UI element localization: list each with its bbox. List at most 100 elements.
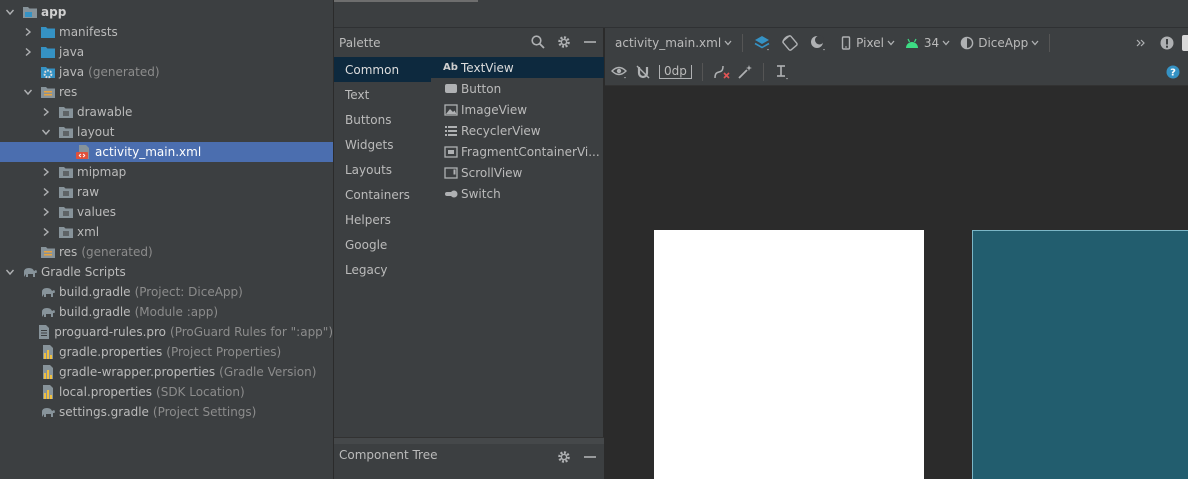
palette-widget[interactable]: Ab TextView xyxy=(431,57,604,78)
toolbar-divider xyxy=(762,62,764,81)
design-preview[interactable] xyxy=(654,230,924,479)
night-mode-button[interactable] xyxy=(809,34,827,52)
palette-widget-label: Switch xyxy=(461,186,501,201)
palette-category[interactable]: Google xyxy=(334,232,431,257)
chevron-down-icon[interactable] xyxy=(40,126,52,138)
component-tree-title: Component Tree xyxy=(339,448,438,462)
api-level-selector[interactable]: 34 xyxy=(905,36,950,50)
view-options-button[interactable] xyxy=(611,64,629,80)
clear-constraints-icon xyxy=(714,65,730,79)
chevron-right-icon[interactable] xyxy=(22,46,34,58)
device-selector[interactable]: Pixel xyxy=(841,36,895,50)
scrollview-icon xyxy=(443,166,458,180)
tree-item[interactable]: settings.gradle (Project Settings) xyxy=(0,402,333,422)
palette-widget[interactable]: RecyclerView xyxy=(431,120,604,141)
theme-selector[interactable]: DiceApp xyxy=(960,36,1039,50)
guidelines-button[interactable] xyxy=(774,64,790,80)
warnings-button[interactable] xyxy=(1160,36,1174,50)
design-surface-toggle[interactable] xyxy=(753,34,771,52)
chevron-right-icon[interactable] xyxy=(40,166,52,178)
default-margin-button[interactable]: 0dp xyxy=(659,64,692,79)
chevron-right-icon[interactable] xyxy=(40,226,52,238)
help-icon: ? xyxy=(1166,65,1180,78)
clear-constraints-button[interactable] xyxy=(713,64,731,80)
chevron-right-icon[interactable] xyxy=(40,206,52,218)
gear-icon[interactable] xyxy=(556,34,572,50)
chevron-right-icon[interactable] xyxy=(40,186,52,198)
minimize-icon[interactable] xyxy=(582,449,598,465)
palette-widget[interactable]: Switch xyxy=(431,183,604,204)
tree-item[interactable]: java xyxy=(0,42,333,62)
package-folder-icon xyxy=(58,124,74,140)
tree-item[interactable]: gradle-wrapper.properties (Gradle Version… xyxy=(0,362,333,382)
tree-item-label: xml xyxy=(77,225,100,239)
minimize-icon[interactable] xyxy=(582,34,598,50)
tree-item[interactable]: build.gradle (Module :app) xyxy=(0,302,333,322)
palette-category[interactable]: Buttons xyxy=(334,107,431,132)
palette-category[interactable]: Containers xyxy=(334,182,431,207)
tree-item[interactable]: local.properties (SDK Location) xyxy=(0,382,333,402)
tree-item[interactable]: java (generated) xyxy=(0,62,333,82)
tree-item[interactable]: drawable xyxy=(0,102,333,122)
tree-item[interactable]: app xyxy=(0,2,333,22)
palette-category[interactable]: Legacy xyxy=(334,257,431,282)
tree-item[interactable]: manifests xyxy=(0,22,333,42)
tree-item[interactable]: values xyxy=(0,202,333,222)
tree-item[interactable]: gradle.properties (Project Properties) xyxy=(0,342,333,362)
gear-icon[interactable] xyxy=(556,449,572,465)
palette-category[interactable]: Common xyxy=(334,57,431,82)
tree-item-label: settings.gradle xyxy=(59,405,149,419)
chevron-down-icon xyxy=(887,40,895,46)
more-actions-button[interactable] xyxy=(1136,38,1146,48)
tree-item[interactable]: proguard-rules.pro (ProGuard Rules for ":… xyxy=(0,322,333,342)
tree-item-label: gradle.properties xyxy=(59,345,163,359)
window-edge xyxy=(1182,35,1188,51)
palette-category[interactable]: Layouts xyxy=(334,157,431,182)
chevron-right-icon[interactable] xyxy=(40,106,52,118)
package-folder-icon xyxy=(58,104,74,120)
design-canvas[interactable] xyxy=(605,86,1188,479)
palette-widget[interactable]: ScrollView xyxy=(431,162,604,183)
tree-item-hint: (generated) xyxy=(88,65,160,79)
folder-icon xyxy=(40,24,56,40)
tree-item[interactable]: mipmap xyxy=(0,162,333,182)
tree-item[interactable]: Gradle Scripts xyxy=(0,262,333,282)
infer-constraints-button[interactable] xyxy=(737,64,753,80)
chevron-down-icon[interactable] xyxy=(4,6,16,18)
search-icon[interactable] xyxy=(530,34,546,50)
tree-item[interactable]: build.gradle (Project: DiceApp) xyxy=(0,282,333,302)
magnet-off-icon xyxy=(636,65,650,78)
palette-widget[interactable]: FragmentContainerVi... xyxy=(431,141,604,162)
tree-item[interactable]: raw xyxy=(0,182,333,202)
tree-item[interactable]: res xyxy=(0,82,333,102)
palette-widget[interactable]: ImageView xyxy=(431,99,604,120)
chevron-right-icon[interactable] xyxy=(22,26,34,38)
orientation-button[interactable] xyxy=(781,34,799,52)
file-selector[interactable]: activity_main.xml xyxy=(615,36,732,50)
blueprint-preview[interactable] xyxy=(972,230,1188,479)
tree-item[interactable]: activity_main.xml xyxy=(0,142,333,162)
tree-item-hint: (Project Settings) xyxy=(152,405,257,419)
palette-category[interactable]: Text xyxy=(334,82,431,107)
chevron-down-icon[interactable] xyxy=(22,86,34,98)
palette-widget[interactable]: Button xyxy=(431,78,604,99)
double-chevron-right-icon xyxy=(1136,39,1145,47)
palette-category[interactable]: Helpers xyxy=(334,207,431,232)
tree-item[interactable]: res (generated) xyxy=(0,242,333,262)
tree-item[interactable]: xml xyxy=(0,222,333,242)
tree-item-label: layout xyxy=(77,125,115,139)
chevron-down-icon[interactable] xyxy=(4,266,16,278)
palette-category[interactable]: Widgets xyxy=(334,132,431,157)
tree-item[interactable]: layout xyxy=(0,122,333,142)
help-button[interactable]: ? xyxy=(1166,65,1180,79)
theme-name: DiceApp xyxy=(978,36,1029,50)
tree-item-label: app xyxy=(41,5,67,19)
tree-item-hint: (Module :app) xyxy=(134,305,219,319)
exclamation-icon xyxy=(1160,36,1174,50)
autoconnect-button[interactable] xyxy=(635,64,651,80)
properties-file-icon xyxy=(40,364,56,380)
